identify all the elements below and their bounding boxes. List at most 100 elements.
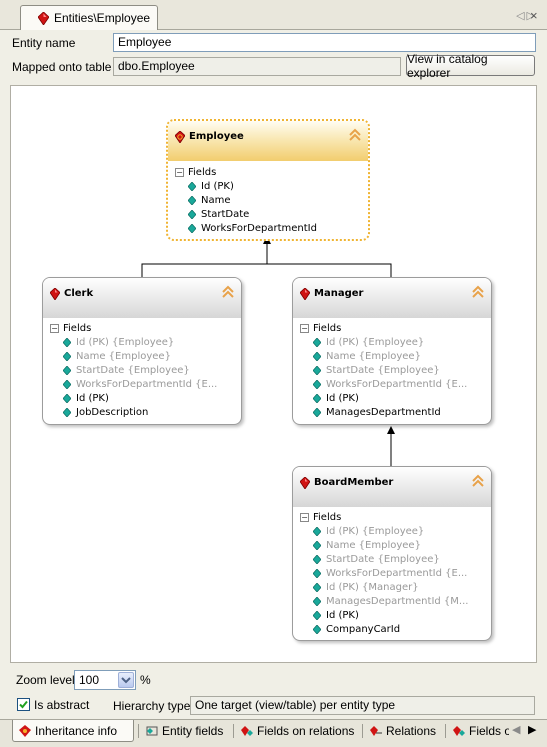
field-row: WorksForDepartmentId [188,223,317,234]
tab-scroll-right-icon[interactable]: ▶ [528,723,536,736]
field-icon [313,380,321,389]
tab-fields-on-relations[interactable]: Fields on relations [235,720,359,742]
tab-entity-fields[interactable]: Entity fields [140,720,230,742]
mapped-table-field: dbo.Employee [113,57,401,76]
field-icon [63,366,71,375]
inherited-field-row: StartDate {Employee} [63,365,190,376]
tab-fields-on-entity[interactable]: Fields o [447,720,509,742]
inherited-field-row: Name {Employee} [63,351,171,362]
relations-icon [370,726,382,736]
hierarchy-type-label: Hierarchy type [113,699,191,713]
fields-on-relations-icon [241,726,253,736]
field-icon [313,366,321,375]
field-icon [313,408,321,417]
field-icon [63,352,71,361]
field-icon [313,541,321,550]
field-icon [188,182,196,191]
field-icon [313,597,321,606]
fields-section[interactable]: − Fields [50,323,91,334]
dropdown-arrow-icon[interactable] [118,672,134,688]
inherited-field-row: Id (PK) {Manager} [313,582,419,593]
zoom-level-label: Zoom level [16,673,75,687]
field-icon [313,338,321,347]
inherited-field-row: WorksForDepartmentId {E... [63,379,217,390]
field-row: CompanyCarId [313,624,400,635]
diagram-canvas[interactable]: Employee − Fields Id (PK) Name StartDate … [10,85,537,663]
is-abstract-label: Is abstract [34,698,90,712]
field-row: StartDate [188,209,249,220]
tab-scroll-left-icon[interactable]: ◀ [512,723,520,736]
tab-inheritance-info[interactable]: Inheritance info [12,720,134,742]
inherited-field-row: WorksForDepartmentId {E... [313,568,467,579]
document-tab-title: Entities\Employee [54,11,151,25]
field-icon [313,555,321,564]
entity-name-label: Entity name [12,36,76,50]
field-icon [63,380,71,389]
entity-header: Employee [168,121,368,161]
tab-relations[interactable]: Relations [364,720,442,742]
entity-title: Clerk [64,288,94,299]
field-row: JobDescription [63,407,148,418]
field-icon [188,210,196,219]
entity-fields-icon [146,726,158,736]
entity-manager[interactable]: Manager − Fields Id (PK) {Employee} Name … [292,277,492,425]
collapse-minus-icon[interactable]: − [50,324,59,333]
field-row: Id (PK) [313,610,359,621]
mapped-table-label: Mapped onto table [12,60,112,74]
inherited-field-row: StartDate {Employee} [313,365,440,376]
bottom-tab-strip: Inheritance info Entity fields Fields on… [0,719,547,747]
inheritance-icon [19,725,31,737]
inherited-field-row: Name {Employee} [313,351,421,362]
entity-name-field[interactable]: Employee [113,33,536,52]
field-icon [63,338,71,347]
collapse-minus-icon[interactable]: − [300,324,309,333]
collapse-minus-icon[interactable]: − [300,513,309,522]
field-icon [313,611,321,620]
entity-icon [175,131,185,143]
field-icon [313,625,321,634]
zoom-unit: % [140,673,151,687]
field-icon [188,196,196,205]
entity-icon [50,288,60,300]
entity-employee[interactable]: Employee − Fields Id (PK) Name StartDate … [166,119,370,241]
field-icon [313,394,321,403]
field-row: ManagesDepartmentId [313,407,441,418]
fields-section[interactable]: − Fields [300,512,341,523]
entity-icon [38,11,49,25]
entity-title: BoardMember [314,477,394,488]
entity-title: Manager [314,288,364,299]
inherited-field-row: Id (PK) {Employee} [313,526,424,537]
collapse-chevron-icon[interactable] [471,284,485,300]
inherited-field-row: ManagesDepartmentId {M... [313,596,468,607]
fields-section[interactable]: − Fields [300,323,341,334]
zoom-level-select[interactable]: 100 [74,670,136,690]
collapse-minus-icon[interactable]: − [175,168,184,177]
entity-icon [300,288,310,300]
fields-icon [453,726,465,736]
hierarchy-type-field: One target (view/table) per entity type [190,696,535,715]
field-row: Id (PK) [63,393,109,404]
close-icon[interactable]: × [530,8,538,23]
collapse-chevron-icon[interactable] [471,473,485,489]
is-abstract-checkbox[interactable] [17,698,30,711]
inherited-field-row: Id (PK) {Employee} [313,337,424,348]
entity-header: Clerk [43,278,241,318]
field-icon [188,224,196,233]
entity-header: Manager [293,278,491,318]
checkmark-icon [19,700,28,709]
collapse-chevron-icon[interactable] [221,284,235,300]
entity-clerk[interactable]: Clerk − Fields Id (PK) {Employee} Name {E… [42,277,242,425]
view-in-catalog-button[interactable]: View in catalog explorer [406,52,535,80]
entity-header: BoardMember [293,467,491,507]
collapse-chevron-icon[interactable] [348,127,362,143]
field-row: Id (PK) [188,181,234,192]
field-icon [313,527,321,536]
inherited-field-row: Name {Employee} [313,540,421,551]
field-row: Id (PK) [313,393,359,404]
fields-section[interactable]: − Fields [175,167,216,178]
entity-boardmember[interactable]: BoardMember − Fields Id (PK) {Employee} N… [292,466,492,641]
document-tab[interactable]: Entities\Employee [20,5,158,30]
field-icon [313,583,321,592]
field-icon [63,408,71,417]
inherited-field-row: WorksForDepartmentId {E... [313,379,467,390]
